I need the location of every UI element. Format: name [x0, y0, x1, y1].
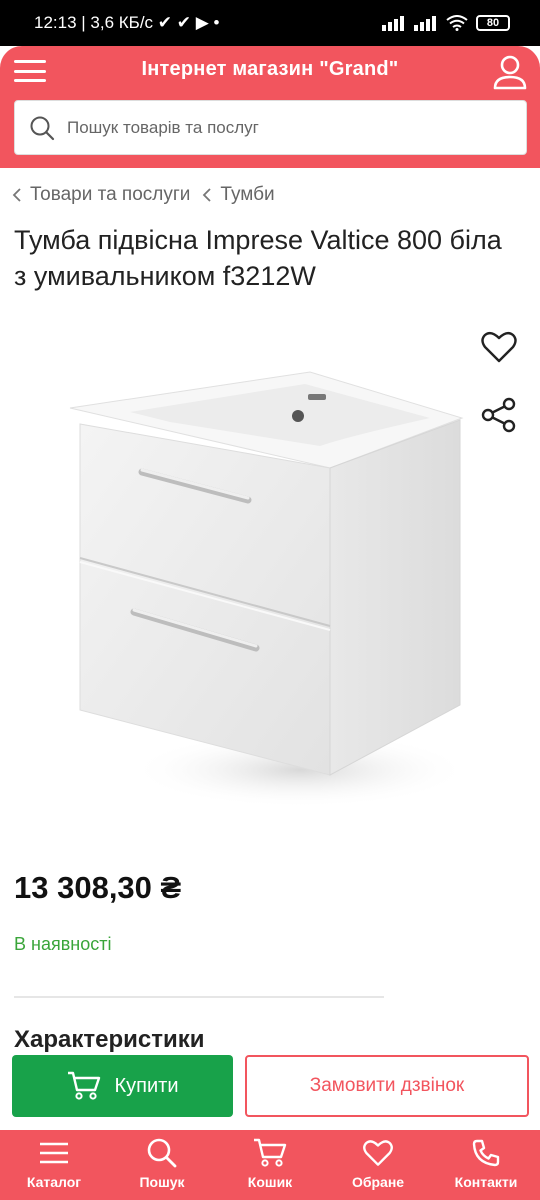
app-header: Інтернет магазин "Grand"	[0, 46, 540, 168]
availability-status: В наявності	[14, 934, 112, 954]
search-icon	[147, 1138, 177, 1168]
user-icon	[493, 55, 527, 90]
breadcrumb-item-cabinets[interactable]: Тумби	[202, 184, 275, 206]
divider	[14, 996, 384, 998]
nav-label: Обране	[351, 1174, 405, 1190]
nav-cart[interactable]: Кошик	[220, 1130, 320, 1200]
breadcrumb-label: Тумби	[220, 184, 275, 205]
wifi-icon	[446, 15, 468, 31]
status-right: 80	[382, 15, 510, 31]
account-button[interactable]	[490, 52, 530, 92]
share-icon	[481, 397, 516, 433]
request-call-label: Замовити дзвінок	[309, 1075, 465, 1096]
status-time-speed: 12:13 | 3,6 КБ/с ✔ ✔ ▶ •	[34, 13, 220, 32]
favorite-button[interactable]	[480, 328, 518, 366]
nav-label: Пошук	[139, 1174, 185, 1190]
signal-2-icon	[414, 16, 436, 31]
phone-icon	[472, 1139, 500, 1167]
cart-icon	[254, 1138, 287, 1167]
menu-icon-line	[14, 79, 46, 82]
battery-icon: 80	[476, 15, 510, 31]
header-top: Інтернет магазин "Grand"	[0, 46, 540, 98]
cart-icon	[67, 1071, 100, 1100]
breadcrumb-item-goods[interactable]: Товари та послуги	[12, 184, 190, 206]
menu-icon	[40, 1142, 68, 1164]
app-root: 12:13 | 3,6 КБ/с ✔ ✔ ▶ • 80 Інтернет маг…	[0, 0, 540, 1200]
nav-label: Каталог	[26, 1174, 82, 1190]
bottom-nav: Каталог Пошук Кошик Обране Контакти	[0, 1130, 540, 1200]
site-title: Інтернет магазин "Grand"	[141, 58, 399, 80]
menu-button[interactable]	[12, 56, 48, 86]
heart-icon	[481, 331, 517, 363]
signal-icon	[382, 16, 404, 31]
request-call-button[interactable]: Замовити дзвінок	[245, 1055, 529, 1117]
menu-icon-line	[14, 60, 46, 63]
menu-icon-line	[14, 69, 46, 73]
heart-icon	[363, 1140, 393, 1166]
vanity-cabinet-image	[69, 371, 470, 808]
chevron-left-icon	[203, 188, 212, 202]
characteristics-title: Характеристики	[14, 1026, 205, 1053]
buy-button-label: Купити	[114, 1074, 179, 1097]
nav-label: Контакти	[454, 1174, 518, 1190]
nav-catalog[interactable]: Каталог	[4, 1130, 104, 1200]
buy-button[interactable]: Купити	[12, 1055, 233, 1117]
search-input[interactable]	[67, 117, 487, 138]
share-button[interactable]	[480, 396, 518, 434]
nav-search[interactable]: Пошук	[112, 1130, 212, 1200]
status-bar: 12:13 | 3,6 КБ/с ✔ ✔ ▶ • 80	[0, 0, 540, 46]
breadcrumb-label: Товари та послуги	[30, 184, 191, 205]
product-price: 13 308,30 ₴	[14, 870, 182, 905]
product-title: Тумба підвісна Imprese Valtice 800 біла …	[14, 225, 502, 291]
search-bar[interactable]	[14, 100, 527, 155]
product-image[interactable]	[50, 350, 470, 820]
nav-contacts[interactable]: Контакти	[436, 1130, 536, 1200]
status-left: 12:13 | 3,6 КБ/с ✔ ✔ ▶ •	[34, 13, 219, 33]
chevron-left-icon	[12, 188, 21, 202]
nav-label: Кошик	[247, 1174, 293, 1190]
nav-favorites[interactable]: Обране	[328, 1130, 428, 1200]
search-icon	[30, 116, 55, 140]
breadcrumb: Товари та послуги Тумби	[12, 180, 287, 210]
